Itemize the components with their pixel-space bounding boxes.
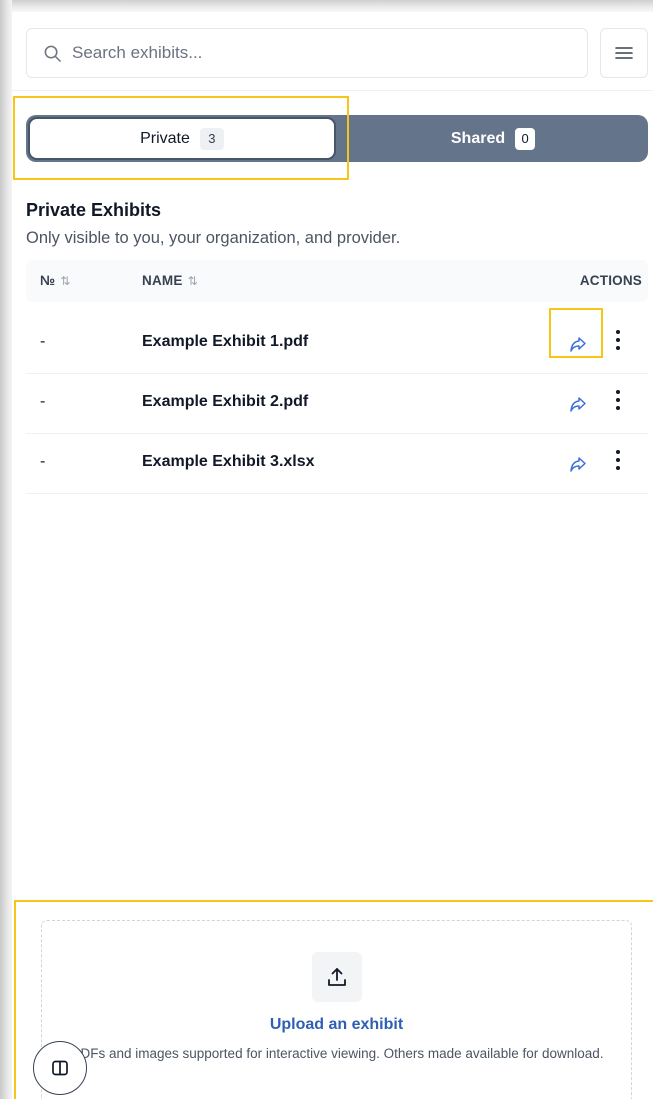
tab-shared[interactable]: Shared 0	[338, 115, 648, 162]
search-input[interactable]	[72, 43, 552, 63]
more-vertical-icon-dot	[616, 338, 620, 342]
search-box[interactable]	[26, 28, 588, 78]
highlight-box-share	[549, 308, 603, 358]
upload-title[interactable]: Upload an exhibit	[42, 1016, 631, 1034]
section-title: Private Exhibits	[26, 200, 162, 220]
more-vertical-icon-dot	[616, 406, 620, 410]
share-arrow-icon	[570, 457, 586, 472]
share-button[interactable]	[566, 392, 590, 416]
more-vertical-icon-dot	[616, 458, 620, 462]
upload-button[interactable]	[312, 952, 362, 1002]
table-header: № ⇅ NAME ⇅ ACTIONS	[26, 260, 648, 302]
row-number: -	[40, 393, 46, 410]
upload-icon	[328, 968, 346, 986]
more-options-button[interactable]	[612, 388, 624, 412]
sort-arrows-icon: ⇅	[60, 274, 71, 288]
app-frame: Private 3 Shared 0 Private Exhibits Only…	[0, 0, 653, 1099]
more-vertical-icon-dot	[616, 330, 620, 334]
sidebar-toggle-button[interactable]	[33, 1041, 87, 1095]
share-button[interactable]	[566, 452, 590, 476]
hamburger-menu-icon	[615, 47, 633, 59]
section-subtitle: Only visible to you, your organization, …	[26, 229, 401, 247]
column-header-number-label: №	[40, 273, 56, 288]
header-divider	[12, 90, 653, 91]
upload-dropzone[interactable]: Upload an exhibit PDFs and images suppor…	[41, 920, 632, 1099]
sort-arrows-icon: ⇅	[187, 274, 198, 288]
menu-button[interactable]	[600, 28, 648, 78]
exhibits-panel: Private 3 Shared 0 Private Exhibits Only…	[12, 12, 653, 1099]
sidebar-panel-icon	[52, 1060, 68, 1076]
row-file-name[interactable]: Example Exhibit 1.pdf	[142, 333, 308, 351]
column-header-number[interactable]: № ⇅	[40, 273, 71, 288]
tab-shared-label: Shared	[450, 129, 506, 147]
search-row	[26, 28, 653, 78]
row-number: -	[40, 333, 46, 350]
highlight-box-tabs	[13, 96, 349, 180]
window-top-edge	[0, 0, 653, 12]
row-file-name[interactable]: Example Exhibit 3.xlsx	[142, 453, 315, 471]
column-header-name[interactable]: NAME ⇅	[142, 273, 198, 288]
column-header-actions: ACTIONS	[579, 273, 642, 288]
table-row[interactable]: - Example Exhibit 3.xlsx	[26, 434, 648, 494]
search-icon	[44, 45, 61, 62]
column-header-name-label: NAME	[142, 273, 183, 288]
more-vertical-icon-dot	[616, 346, 620, 350]
table-row[interactable]: - Example Exhibit 2.pdf	[26, 374, 648, 434]
more-vertical-icon-dot	[616, 450, 620, 454]
more-options-button[interactable]	[612, 328, 624, 352]
upload-description: PDFs and images supported for interactiv…	[71, 1046, 604, 1061]
share-arrow-icon	[570, 397, 586, 412]
more-vertical-icon-dot	[616, 390, 620, 394]
more-vertical-icon-dot	[616, 398, 620, 402]
window-left-edge	[0, 0, 12, 1099]
more-options-button[interactable]	[612, 448, 624, 472]
tab-shared-count-badge: 0	[515, 127, 536, 150]
more-vertical-icon-dot	[616, 466, 620, 470]
row-number: -	[40, 453, 46, 470]
row-file-name[interactable]: Example Exhibit 2.pdf	[142, 393, 308, 411]
